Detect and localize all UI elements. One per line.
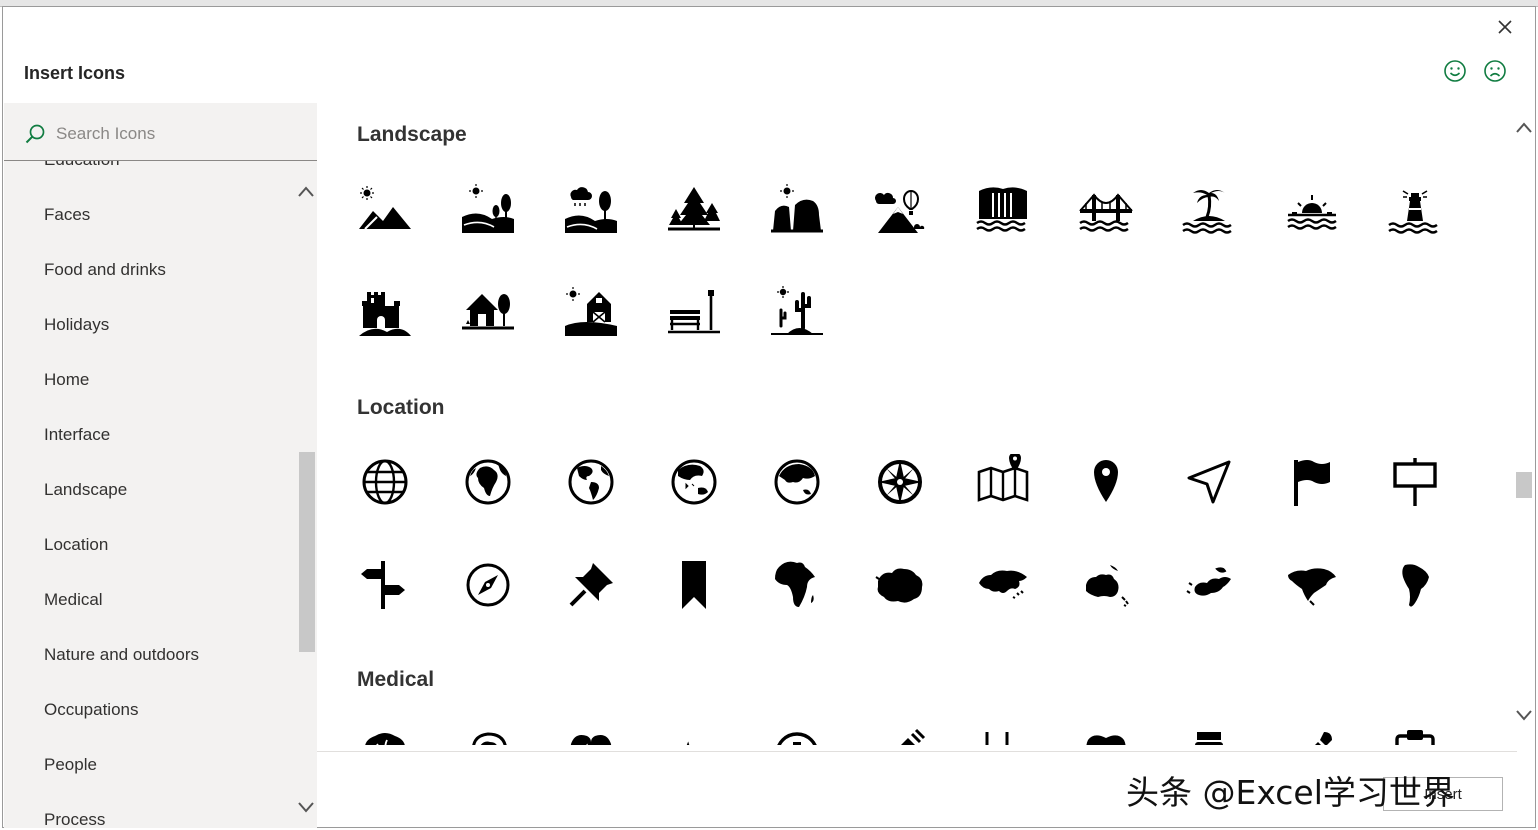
section-title-landscape: Landscape [357,123,467,146]
watermark: 头条 @Excel学习世界 [1126,773,1455,812]
navigation-arrow-icon[interactable] [1181,454,1237,510]
heartbeat-line-icon[interactable] [666,726,722,745]
north-america-icon[interactable] [1284,557,1340,613]
antarctica-icon[interactable] [872,557,928,613]
category-medical[interactable]: Medical [44,590,103,610]
category-home[interactable]: Home [44,370,89,390]
pine-trees-icon[interactable] [666,181,722,237]
signboard-icon[interactable] [1387,454,1443,510]
tooth-icon[interactable] [1078,726,1134,745]
category-landscape[interactable]: Landscape [44,480,127,500]
pill-bottle-icon[interactable] [1181,726,1237,745]
section-title-medical: Medical [357,668,435,691]
category-education[interactable]: Education [44,160,120,170]
category-scroll-up-icon[interactable] [296,183,316,201]
sun-hills-trees-icon[interactable] [460,181,516,237]
globe-americas-icon[interactable] [563,454,619,510]
location-pin-icon[interactable] [1078,454,1134,510]
desert-cactus-icon[interactable] [769,284,825,340]
hot-air-balloon-mountain-icon[interactable] [872,181,928,237]
sun-cliffs-icon[interactable] [769,181,825,237]
category-food-and-drinks[interactable]: Food and drinks [44,260,166,280]
flag-icon[interactable] [1284,454,1340,510]
search-icon [24,123,46,145]
africa-icon[interactable] [769,557,825,613]
compass-rose-icon[interactable] [872,454,928,510]
park-bench-lamp-icon[interactable] [666,284,722,340]
icon-gallery: Landscape Location Medical [317,103,1517,745]
castle-icon[interactable] [357,284,413,340]
gallery-scroll-up-icon[interactable] [1514,118,1534,138]
waterfall-icon[interactable] [975,181,1031,237]
close-icon[interactable] [1493,15,1517,39]
sunset-icon[interactable] [1284,181,1340,237]
search-input[interactable] [54,119,298,149]
bookmark-icon[interactable] [666,557,722,613]
heart-pulse-icon[interactable] [563,726,619,745]
globe-asia-icon[interactable] [769,454,825,510]
brain-icon[interactable] [357,726,413,745]
category-sidebar: Education Faces Food and drinks Holidays… [4,103,317,828]
smile-icon[interactable] [1443,59,1467,83]
dropper-icon[interactable] [1284,726,1340,745]
head-brain-icon[interactable] [460,726,516,745]
compass-icon[interactable] [460,557,516,613]
category-holidays[interactable]: Holidays [44,315,109,335]
section-title-location: Location [357,396,445,419]
category-list: Education Faces Food and drinks Holidays… [4,160,298,828]
south-america-icon[interactable] [1387,557,1443,613]
sun-mountains-icon[interactable] [357,181,413,237]
push-pin-icon[interactable] [563,557,619,613]
palm-tree-island-icon[interactable] [1181,181,1237,237]
medical-cross-icon[interactable] [769,726,825,745]
australia-icon[interactable] [1078,557,1134,613]
signpost-icon[interactable] [357,557,413,613]
house-with-tree-icon[interactable] [460,284,516,340]
category-interface[interactable]: Interface [44,425,110,445]
globe-africa-icon[interactable] [460,454,516,510]
gallery-scroll-down-icon[interactable] [1514,705,1534,725]
category-faces[interactable]: Faces [44,205,90,225]
rain-cloud-hills-tree-icon[interactable] [563,181,619,237]
category-location[interactable]: Location [44,535,108,555]
barn-icon[interactable] [563,284,619,340]
insert-icons-dialog: Insert Icons Education Faces Food and dr… [2,6,1536,828]
gallery-scrollbar-thumb[interactable] [1516,472,1532,498]
search-box [4,103,317,161]
category-scroll-down-icon[interactable] [296,798,316,816]
stethoscope-icon[interactable] [975,726,1031,745]
category-scrollbar-thumb[interactable] [299,452,315,652]
europe-icon[interactable] [1181,557,1237,613]
category-occupations[interactable]: Occupations [44,700,139,720]
globe-asia-australia-icon[interactable] [666,454,722,510]
clipboard-icon[interactable] [1387,726,1443,745]
category-nature-and-outdoors[interactable]: Nature and outdoors [44,645,199,665]
asia-icon[interactable] [975,557,1031,613]
category-people[interactable]: People [44,755,97,775]
map-pin-icon[interactable] [975,454,1031,510]
dialog-title: Insert Icons [24,63,126,83]
category-process[interactable]: Process [44,810,105,828]
bridge-icon[interactable] [1078,181,1134,237]
lighthouse-icon[interactable] [1387,181,1443,237]
globe-grid-icon[interactable] [357,454,413,510]
footer-divider [317,751,1517,752]
frown-icon[interactable] [1483,59,1507,83]
syringe-icon[interactable] [872,726,928,745]
